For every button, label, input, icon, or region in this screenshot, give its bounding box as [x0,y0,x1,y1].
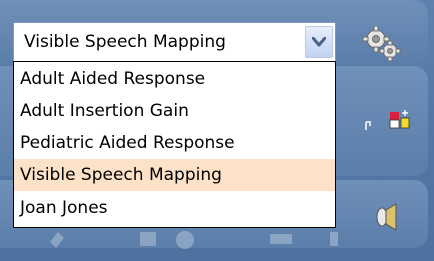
gear-icon[interactable] [360,26,404,62]
chevron-down-icon [312,37,326,47]
dropdown-item-pediatric-aided-response[interactable]: Pediatric Aided Response [14,127,335,159]
link-arrow-icon [365,121,371,130]
dropdown-item-adult-insertion-gain[interactable]: Adult Insertion Gain [14,95,335,127]
dropdown-item-adult-aided-response[interactable]: Adult Aided Response [14,63,335,95]
flag-icon[interactable] [388,108,412,132]
protocol-dropdown-list: Adult Aided Response Adult Insertion Gai… [13,61,336,228]
speaker-icon[interactable] [372,200,402,234]
dropdown-item-joan-jones[interactable]: Joan Jones [14,192,335,224]
combo-dropdown-button[interactable] [305,26,333,58]
combo-selected-value: Visible Speech Mapping [24,32,226,52]
dropdown-item-visible-speech-mapping[interactable]: Visible Speech Mapping [14,159,335,191]
protocol-combo-box[interactable]: Visible Speech Mapping [13,22,336,62]
